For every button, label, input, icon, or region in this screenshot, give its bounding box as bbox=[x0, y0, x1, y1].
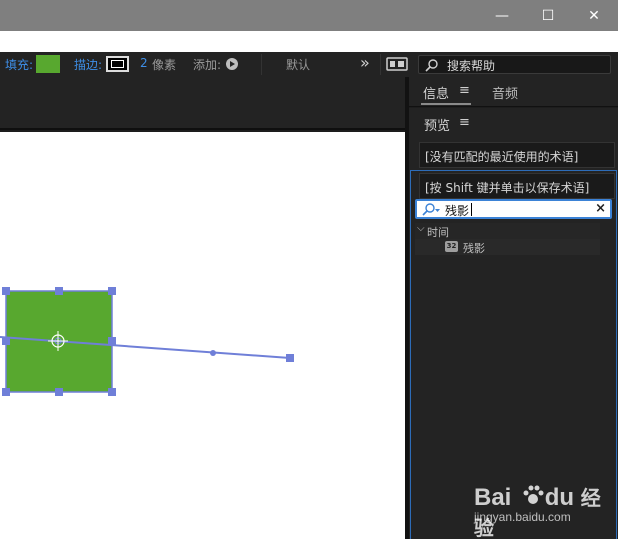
workspace-default[interactable]: 默认 bbox=[286, 56, 310, 73]
search-history-item[interactable]: [没有匹配的最近使用的术语] bbox=[419, 142, 615, 168]
transform-handle[interactable] bbox=[55, 287, 63, 295]
composition-artwork bbox=[0, 287, 294, 396]
transform-handle[interactable] bbox=[108, 287, 116, 295]
effects-category-row[interactable]: ⌵ 时间 bbox=[415, 223, 600, 239]
search-icon bbox=[425, 59, 438, 72]
tab-preview[interactable]: 预览 bbox=[424, 115, 450, 134]
maximize-icon: ☐ bbox=[541, 7, 555, 24]
effects-result-row[interactable] bbox=[415, 239, 600, 255]
panel-menu-icon[interactable]: ≡ bbox=[459, 115, 470, 130]
search-help-placeholder: 搜索帮助 bbox=[447, 59, 496, 73]
search-history-text: [没有匹配的最近使用的术语] bbox=[425, 150, 579, 164]
effects-category-label: 时间 bbox=[427, 226, 449, 239]
motion-path-keyframe[interactable] bbox=[210, 350, 216, 356]
workspace-switch-icon[interactable] bbox=[386, 57, 408, 71]
fill-label[interactable]: 填充: bbox=[5, 56, 33, 73]
effects-search-input[interactable]: 残影 × bbox=[415, 199, 612, 219]
toolbar-divider bbox=[261, 54, 262, 75]
close-button[interactable]: ✕ bbox=[571, 0, 617, 31]
effects-result-label: 残影 bbox=[463, 242, 485, 255]
effects-search-value: 残影 bbox=[445, 204, 470, 218]
chevron-down-icon: ⌵ bbox=[417, 223, 425, 234]
menu-strip bbox=[0, 31, 618, 52]
composition-canvas[interactable] bbox=[0, 132, 405, 539]
paw-logo-icon bbox=[523, 485, 544, 504]
search-help-input[interactable]: 搜索帮助 bbox=[418, 55, 611, 74]
active-tab-indicator bbox=[421, 103, 471, 105]
search-history-item[interactable]: [按 Shift 键并单击以保存术语] bbox=[419, 173, 615, 199]
effect-icon: 32 bbox=[445, 241, 458, 252]
close-icon: ✕ bbox=[588, 7, 600, 24]
minimize-icon: — bbox=[495, 7, 509, 24]
stroke-width-value[interactable]: 2 bbox=[140, 56, 148, 70]
transform-handle[interactable] bbox=[108, 388, 116, 396]
fill-color-swatch[interactable] bbox=[36, 55, 60, 73]
motion-path-endpoint[interactable] bbox=[286, 354, 294, 362]
stroke-color-swatch[interactable] bbox=[106, 56, 129, 72]
transform-handle[interactable] bbox=[55, 388, 63, 396]
workspace-overflow-icon[interactable]: » bbox=[360, 53, 370, 72]
stroke-width-unit: 像素 bbox=[152, 58, 177, 72]
search-history-text: [按 Shift 键并单击以保存术语] bbox=[425, 181, 590, 195]
composition-panel-header bbox=[0, 77, 405, 130]
transform-handle[interactable] bbox=[2, 388, 10, 396]
toolbar-divider bbox=[380, 54, 381, 75]
search-dropdown-icon[interactable] bbox=[421, 203, 441, 216]
add-label[interactable]: 添加: bbox=[193, 56, 221, 73]
tab-info[interactable]: 信息 bbox=[423, 83, 449, 102]
transform-handle[interactable] bbox=[108, 337, 116, 345]
text-caret bbox=[471, 203, 472, 216]
watermark-url: jingyan.baidu.com bbox=[474, 510, 571, 524]
panel-menu-icon[interactable]: ≡ bbox=[459, 83, 470, 98]
maximize-button[interactable]: ☐ bbox=[525, 0, 571, 31]
clear-search-icon[interactable]: × bbox=[595, 201, 606, 216]
tab-audio[interactable]: 音频 bbox=[492, 83, 518, 102]
transform-handle[interactable] bbox=[2, 287, 10, 295]
window-title-bar: — ☐ ✕ bbox=[0, 0, 618, 31]
stroke-label[interactable]: 描边: bbox=[74, 56, 102, 73]
add-menu-play-icon[interactable] bbox=[226, 58, 238, 70]
transform-handle[interactable] bbox=[2, 337, 10, 345]
minimize-button[interactable]: — bbox=[479, 0, 525, 31]
